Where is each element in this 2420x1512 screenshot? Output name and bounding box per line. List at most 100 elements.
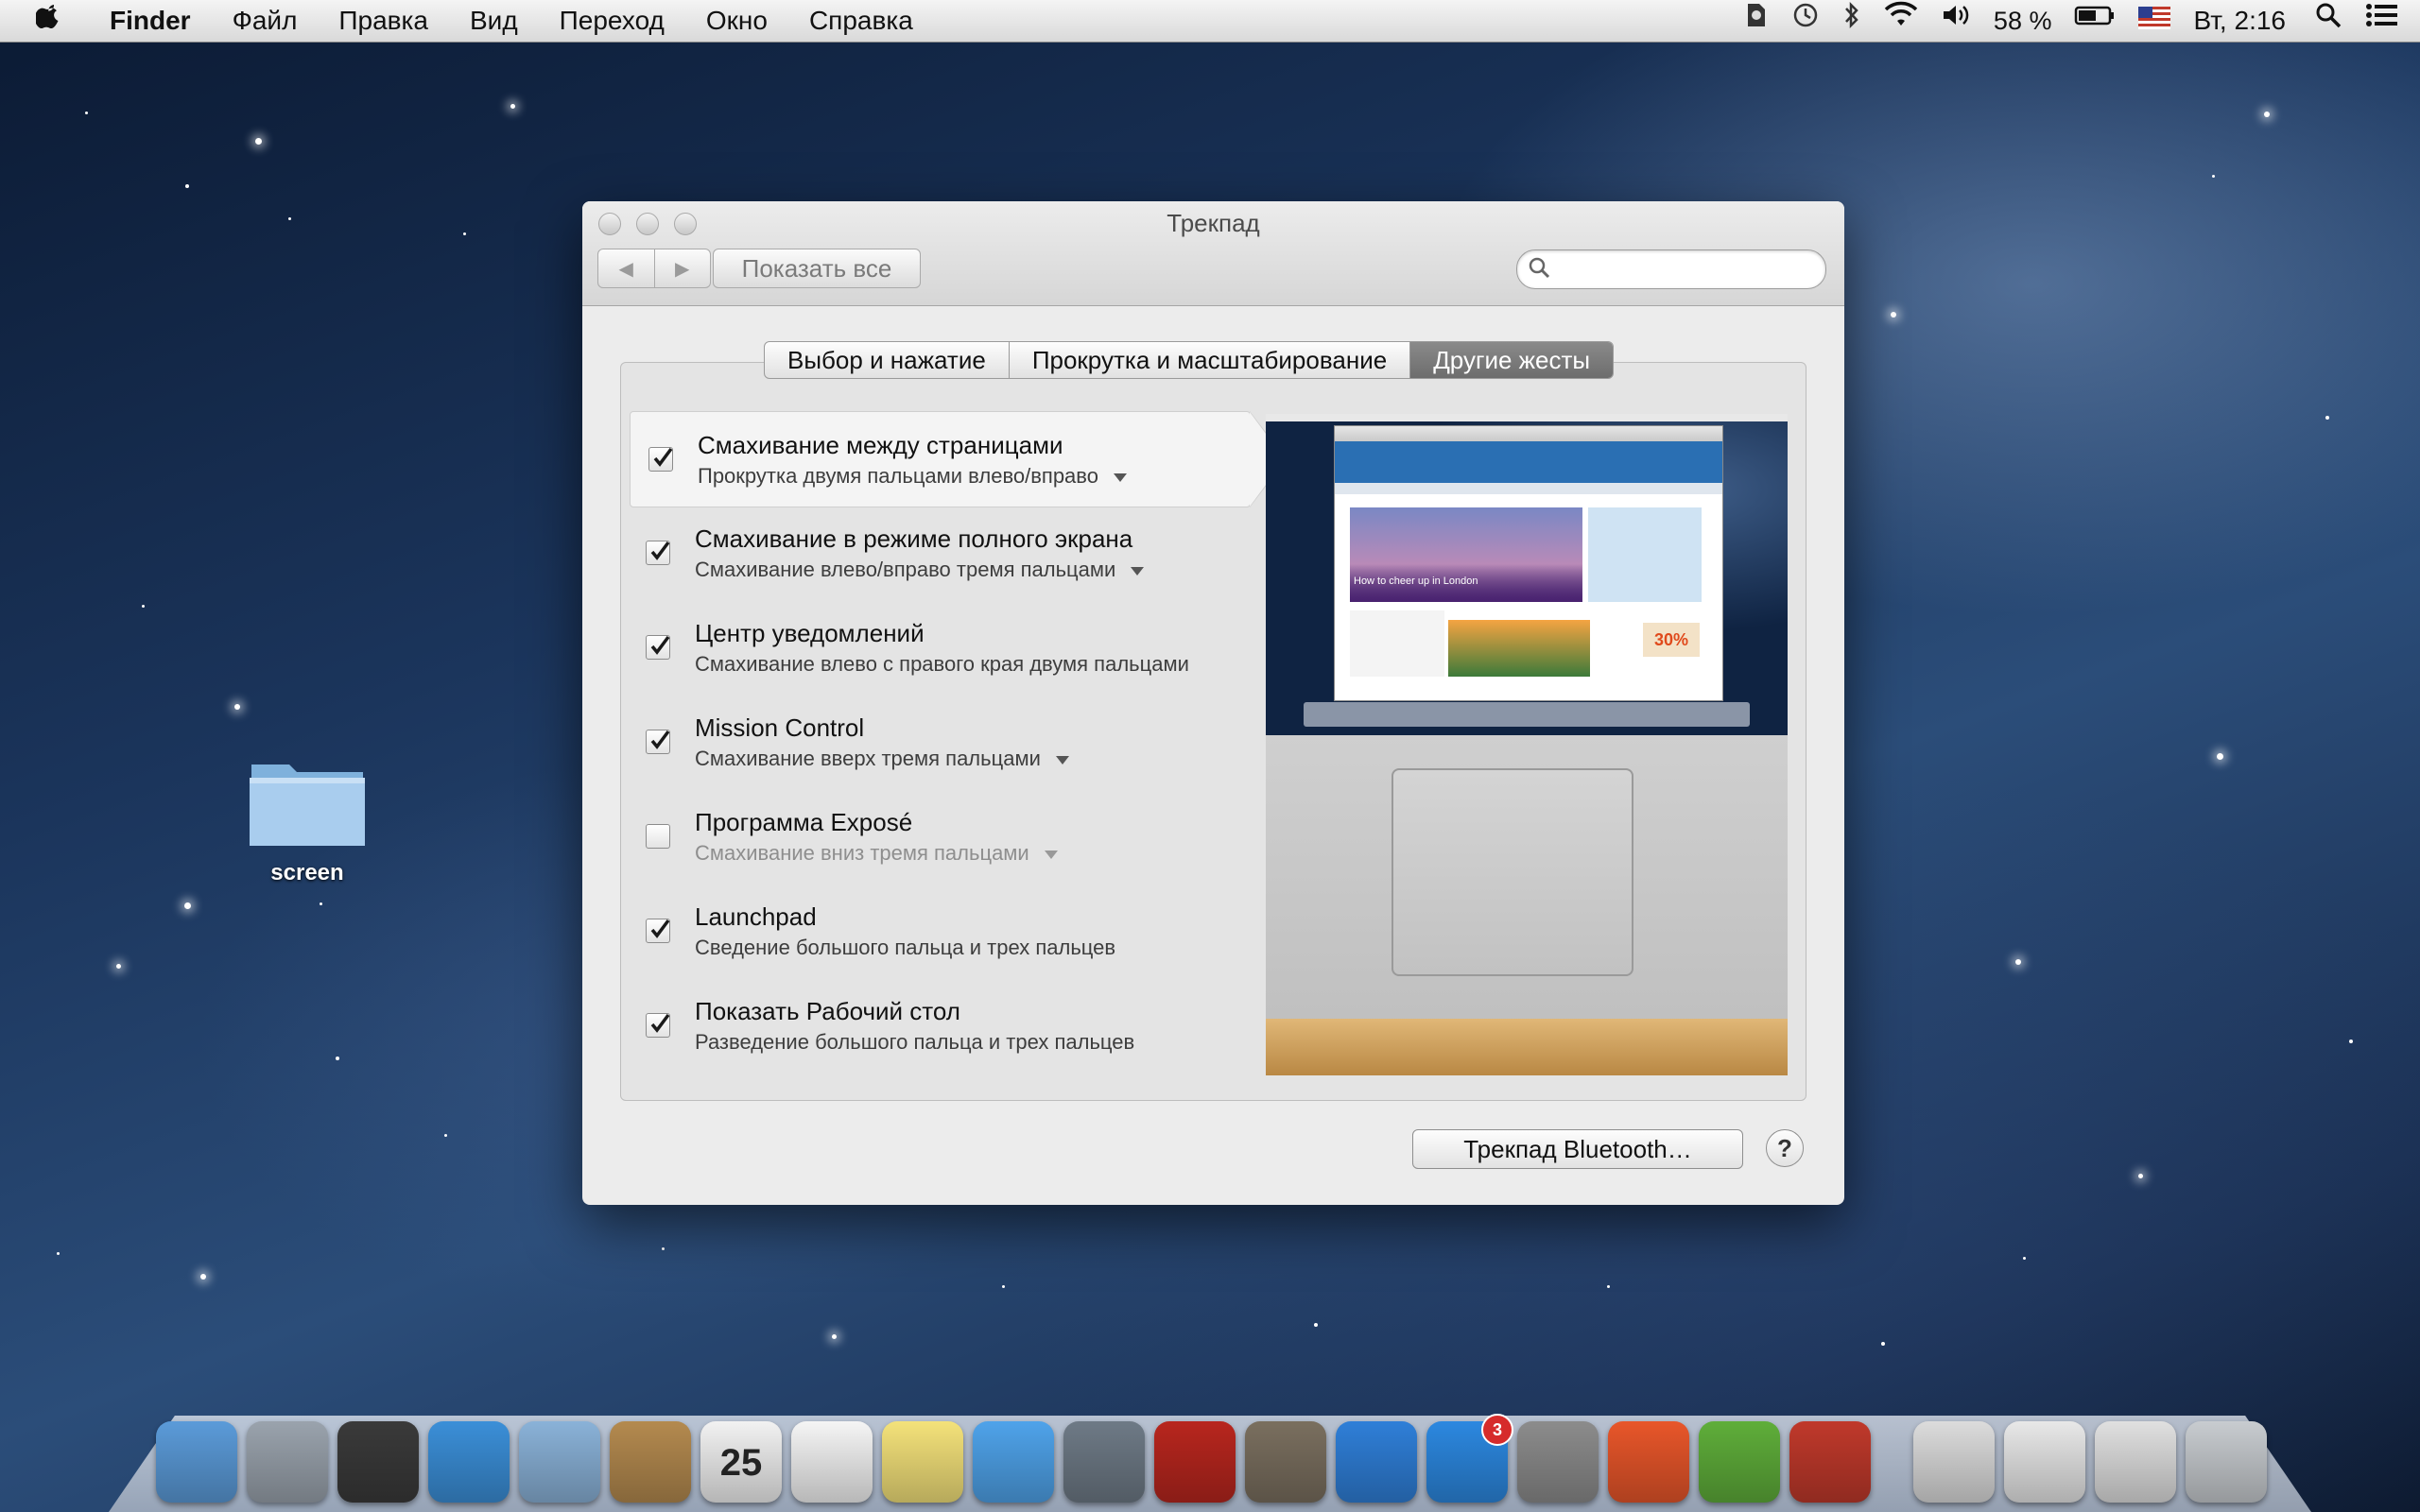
gesture-row-mission-control[interactable]: Mission Control Смахивание вверх тремя п… bbox=[628, 695, 1233, 789]
checkbox-swipe-pages[interactable] bbox=[648, 447, 673, 472]
messages-icon[interactable] bbox=[973, 1421, 1054, 1503]
system-preferences-icon[interactable] bbox=[1517, 1421, 1599, 1503]
gesture-subtitle: Прокрутка двумя пальцами влево/вправо bbox=[698, 464, 1098, 488]
time-machine-icon[interactable] bbox=[1780, 0, 1831, 42]
checkbox-notification-center[interactable] bbox=[646, 635, 670, 660]
tab-more-gestures[interactable]: Другие жесты bbox=[1409, 342, 1614, 378]
forward-arrow-icon[interactable]: ▶ bbox=[653, 249, 711, 287]
evernote-icon[interactable] bbox=[1699, 1421, 1780, 1503]
gesture-subtitle: Смахивание влево/вправо тремя пальцами bbox=[695, 558, 1116, 581]
help-button[interactable]: ? bbox=[1766, 1129, 1804, 1167]
downloads-stack-icon[interactable] bbox=[2004, 1421, 2085, 1503]
contacts-icon[interactable] bbox=[610, 1421, 691, 1503]
popup-arrow-icon bbox=[1113, 472, 1127, 482]
photo-booth-icon[interactable] bbox=[1154, 1421, 1236, 1503]
gesture-title: Launchpad bbox=[695, 902, 817, 931]
checkbox-fullscreen-swipe[interactable] bbox=[646, 541, 670, 565]
popup-arrow-icon bbox=[1131, 566, 1145, 576]
spotlight-icon[interactable] bbox=[2303, 0, 2354, 42]
window-toolbar: Трекпад ◀ ▶ Показать все bbox=[582, 201, 1844, 306]
menu-window[interactable]: Окно bbox=[685, 0, 788, 42]
app-menu-finder[interactable]: Finder bbox=[89, 0, 212, 42]
gesture-subtitle: Разведение большого пальца и трех пальце… bbox=[695, 1030, 1135, 1054]
iphoto-icon[interactable] bbox=[1245, 1421, 1326, 1503]
desktop-folder[interactable]: screen bbox=[241, 751, 373, 886]
itunes-icon[interactable] bbox=[1336, 1421, 1417, 1503]
show-all-button[interactable]: Показать все bbox=[713, 249, 921, 288]
evernote-icon[interactable] bbox=[1731, 0, 1780, 42]
menu-file[interactable]: Файл bbox=[212, 0, 319, 42]
preview-text-block bbox=[1350, 610, 1444, 677]
battery-percent[interactable]: 58 % bbox=[1982, 0, 2064, 42]
preview-browser-window: How to cheer up in London 30% bbox=[1334, 425, 1723, 701]
gesture-preview-video: How to cheer up in London 30% bbox=[1266, 414, 1788, 1075]
applications-stack-icon[interactable] bbox=[2095, 1421, 2176, 1503]
preview-palm-image bbox=[1448, 620, 1590, 677]
gesture-subtitle-popup[interactable]: Смахивание вверх тремя пальцами bbox=[695, 747, 1069, 771]
tab-bar: Выбор и нажатие Прокрутка и масштабирова… bbox=[764, 341, 1615, 379]
checkbox-launchpad[interactable] bbox=[646, 919, 670, 943]
launchpad-icon[interactable] bbox=[247, 1421, 328, 1503]
preview-ad: 30% bbox=[1643, 623, 1700, 657]
preview-trackpad bbox=[1392, 768, 1634, 976]
checkbox-mission-control[interactable] bbox=[646, 730, 670, 754]
folder-icon bbox=[250, 765, 365, 846]
calendar-icon[interactable]: 25 bbox=[700, 1421, 782, 1503]
safari-icon[interactable] bbox=[428, 1421, 510, 1503]
gesture-subtitle: Сведение большого пальца и трех пальцев bbox=[695, 936, 1116, 959]
badge-count: 3 bbox=[1481, 1414, 1513, 1446]
menu-edit[interactable]: Правка bbox=[318, 0, 449, 42]
trash-icon[interactable] bbox=[2186, 1421, 2267, 1503]
wunderlist-icon[interactable] bbox=[1608, 1421, 1689, 1503]
reminders-icon[interactable] bbox=[791, 1421, 873, 1503]
gesture-title: Программа Exposé bbox=[695, 808, 913, 836]
gesture-row-swipe-pages[interactable]: Смахивание между страницами Прокрутка дв… bbox=[630, 411, 1287, 507]
tab-scroll-zoom[interactable]: Прокрутка и масштабирование bbox=[1008, 342, 1409, 378]
gesture-row-show-desktop[interactable]: Показать Рабочий стол Разведение большог… bbox=[628, 978, 1233, 1073]
gesture-row-launchpad[interactable]: Launchpad Сведение большого пальца и тре… bbox=[628, 884, 1233, 978]
back-arrow-icon[interactable]: ◀ bbox=[598, 249, 654, 287]
mission-control-icon[interactable] bbox=[337, 1421, 419, 1503]
set-up-bluetooth-trackpad-button[interactable]: Трекпад Bluetooth… bbox=[1412, 1129, 1743, 1169]
battery-icon[interactable] bbox=[2063, 0, 2127, 42]
gesture-subtitle-popup[interactable]: Прокрутка двумя пальцами влево/вправо bbox=[698, 464, 1127, 489]
flag-us-icon[interactable] bbox=[2127, 0, 2182, 42]
gesture-row-notification-center[interactable]: Центр уведомлений Смахивание влево с пра… bbox=[628, 600, 1233, 695]
wifi-icon[interactable] bbox=[1873, 0, 1929, 42]
preview-headline: How to cheer up in London bbox=[1354, 576, 1478, 587]
gesture-subtitle-popup[interactable]: Смахивание вниз тремя пальцами bbox=[695, 841, 1058, 866]
menu-go[interactable]: Переход bbox=[539, 0, 685, 42]
volume-icon[interactable] bbox=[1929, 0, 1982, 42]
preview-dock bbox=[1304, 702, 1750, 727]
gesture-row-expose[interactable]: Программа Exposé Смахивание вниз тремя п… bbox=[628, 789, 1233, 884]
window-title: Трекпад bbox=[1167, 209, 1260, 237]
menu-help[interactable]: Справка bbox=[788, 0, 934, 42]
preview-menubar bbox=[1266, 414, 1788, 421]
facetime-icon[interactable] bbox=[1063, 1421, 1145, 1503]
calendar-date: 25 bbox=[719, 1442, 763, 1484]
finder-icon[interactable] bbox=[156, 1421, 237, 1503]
clock[interactable]: Вт, 2:16 bbox=[2182, 0, 2303, 42]
angry-birds-seasons-icon[interactable] bbox=[1789, 1421, 1871, 1503]
bluetooth-icon[interactable] bbox=[1831, 0, 1873, 42]
checkbox-show-desktop[interactable] bbox=[646, 1013, 670, 1038]
checkbox-expose[interactable] bbox=[646, 824, 670, 849]
preview-browser-toolbar bbox=[1335, 426, 1722, 441]
preview-map bbox=[1588, 507, 1702, 602]
gesture-subtitle-popup[interactable]: Смахивание влево/вправо тремя пальцами bbox=[695, 558, 1145, 582]
notes-icon[interactable] bbox=[882, 1421, 963, 1503]
preview-site-nav bbox=[1335, 483, 1722, 494]
search-input[interactable] bbox=[1516, 249, 1826, 289]
mail-icon[interactable] bbox=[519, 1421, 600, 1503]
preview-screen: How to cheer up in London 30% bbox=[1266, 414, 1788, 735]
gesture-row-fullscreen-swipe[interactable]: Смахивание в режиме полного экрана Смахи… bbox=[628, 506, 1233, 600]
documents-stack-icon[interactable] bbox=[1913, 1421, 1995, 1503]
tab-point-click[interactable]: Выбор и нажатие bbox=[765, 342, 1009, 378]
apple-menu-icon[interactable] bbox=[0, 0, 89, 42]
preview-hero-image: How to cheer up in London bbox=[1350, 507, 1582, 602]
dock: 25 3 bbox=[151, 1399, 2272, 1503]
menu-view[interactable]: Вид bbox=[449, 0, 539, 42]
app-store-icon[interactable]: 3 bbox=[1426, 1414, 1513, 1503]
notification-center-icon[interactable] bbox=[2354, 0, 2420, 42]
back-forward-control: ◀ ▶ bbox=[597, 249, 711, 288]
